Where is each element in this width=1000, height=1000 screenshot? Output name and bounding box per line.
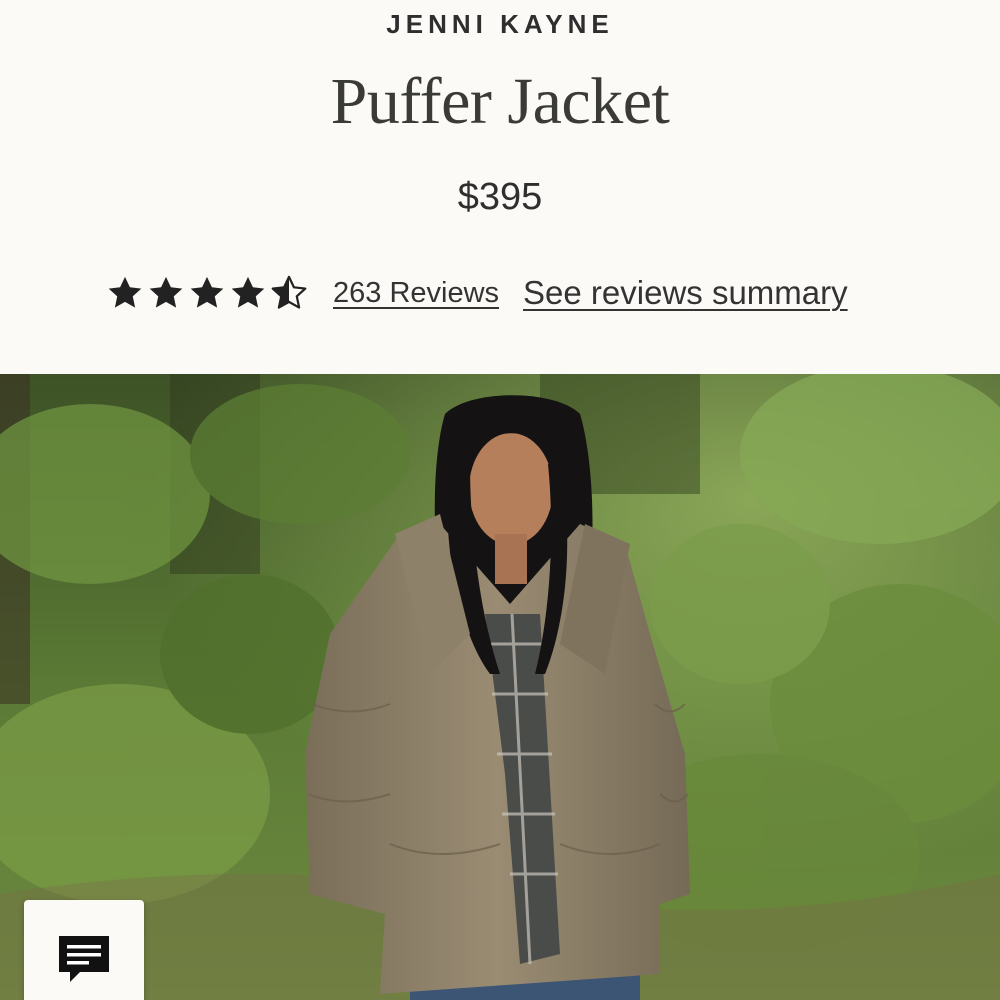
product-price: $395: [457, 176, 543, 218]
product-image[interactable]: [0, 374, 1000, 1000]
chat-bubble-icon: [59, 936, 109, 982]
chat-button[interactable]: [24, 900, 144, 1000]
star-icon: [149, 276, 183, 308]
star-icon: [190, 276, 224, 308]
product-page: JENNI KAYNE Puffer Jacket $395 263 Revie…: [0, 0, 1000, 1000]
star-icon: [108, 276, 142, 308]
star-rating[interactable]: [106, 274, 311, 312]
star-half-icon: [271, 275, 307, 309]
product-title: Puffer Jacket: [330, 65, 670, 138]
brand-logo[interactable]: JENNI KAYNE: [0, 9, 1000, 40]
product-photo: [0, 374, 1000, 1000]
reviews-count-link[interactable]: 263 Reviews: [333, 277, 499, 310]
rating-row: 263 Reviews See reviews summary: [106, 268, 848, 318]
star-icon: [231, 276, 265, 308]
reviews-summary-link[interactable]: See reviews summary: [523, 274, 848, 312]
product-header: JENNI KAYNE Puffer Jacket $395 263 Revie…: [0, 0, 1000, 374]
